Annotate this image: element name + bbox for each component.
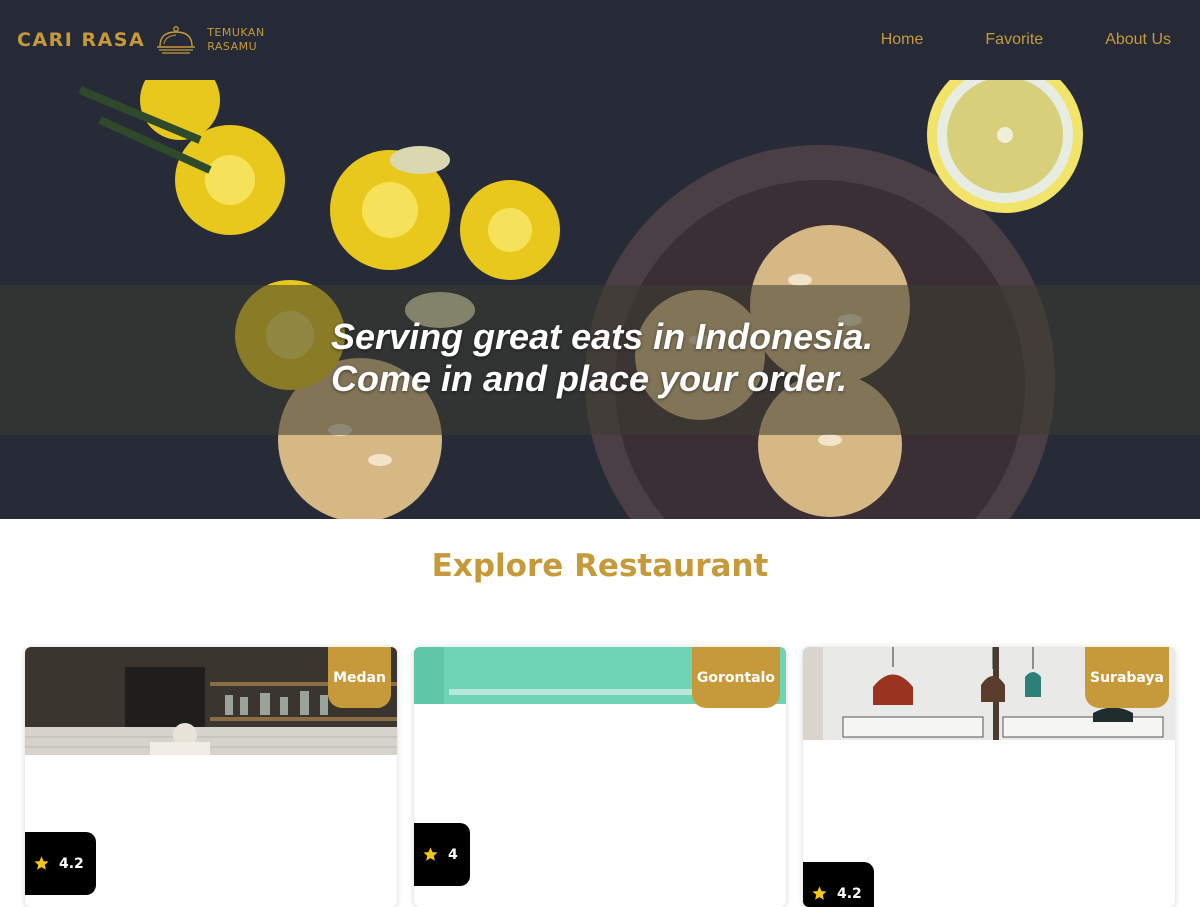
hero-caption: Serving great eats in Indonesia. Come in…	[331, 316, 873, 400]
rating-value: 4.2	[59, 855, 84, 872]
tagline-line-2: RASAMU	[207, 40, 258, 53]
main-nav: Home Favorite About Us	[819, 31, 1171, 49]
brand-logo[interactable]: CARI RASA TEMUKAN RASAMU	[17, 20, 265, 60]
star-icon	[423, 847, 438, 861]
star-icon	[812, 886, 827, 900]
rating-badge: 4.2	[803, 862, 874, 907]
city-badge: Gorontalo	[691, 647, 780, 708]
brand-name: CARI RASA	[17, 29, 146, 51]
restaurant-card[interactable]: Medan 4.2	[25, 647, 397, 907]
city-badge: Medan	[328, 647, 391, 708]
cloche-icon	[157, 26, 196, 54]
brand-tagline: TEMUKAN RASAMU	[207, 26, 265, 54]
hero-banner: Serving great eats in Indonesia. Come in…	[0, 80, 1200, 519]
nav-home[interactable]: Home	[881, 31, 924, 49]
hero-line-2: Come in and place your order.	[331, 358, 848, 399]
explore-title: Explore Restaurant	[431, 548, 769, 584]
star-icon	[34, 856, 49, 870]
rating-value: 4.2	[837, 885, 862, 902]
nav-favorite[interactable]: Favorite	[985, 31, 1043, 49]
nav-about-us[interactable]: About Us	[1105, 31, 1171, 49]
tagline-line-1: TEMUKAN	[207, 26, 265, 39]
rating-value: 4	[448, 846, 458, 863]
rating-badge: 4.2	[25, 832, 96, 895]
rating-badge: 4	[414, 823, 470, 886]
city-badge: Surabaya	[1084, 647, 1169, 708]
restaurant-card[interactable]: Gorontalo 4	[414, 647, 786, 907]
hero-line-1: Serving great eats in Indonesia.	[331, 316, 874, 357]
app-header: CARI RASA TEMUKAN RASAMU Home Favorite A…	[0, 0, 1200, 80]
restaurant-card[interactable]: Surabaya 4.2	[803, 647, 1175, 907]
